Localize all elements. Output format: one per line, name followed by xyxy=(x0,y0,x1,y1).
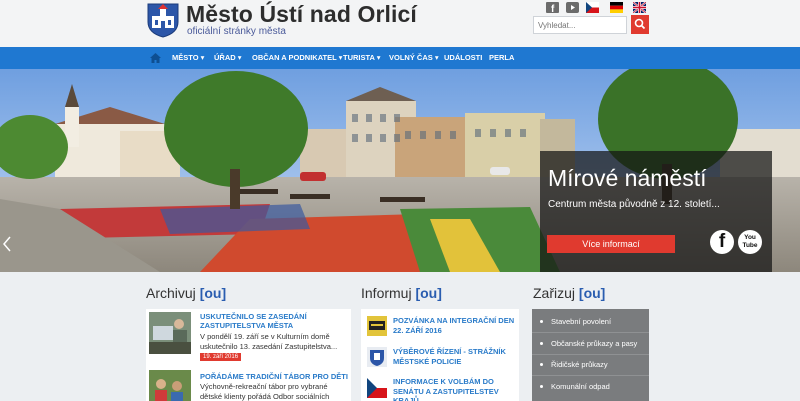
flag-cz-icon[interactable] xyxy=(586,2,599,13)
nav-item-volny-cas[interactable]: VOLNÝ ČAS ▾ xyxy=(389,47,439,69)
slider-prev-arrow[interactable] xyxy=(3,236,11,252)
nav-item-mesto[interactable]: MĚSTO ▾ xyxy=(172,47,204,69)
news-date-badge: 19. září 2016 xyxy=(200,353,242,361)
divider xyxy=(532,375,649,376)
hero-title: Mírové náměstí xyxy=(548,165,707,191)
info-title[interactable]: VÝBĚROVÉ ŘÍZENÍ - STRÁŽNÍK MĚSTSKÉ POLIC… xyxy=(393,347,517,366)
search-input[interactable] xyxy=(533,16,627,34)
info-image-police[interactable] xyxy=(367,347,387,367)
nav-item-udalosti[interactable]: UDÁLOSTI xyxy=(444,47,482,69)
nav-item-obcan[interactable]: OBČAN A PODNIKATEL ▾ xyxy=(252,47,342,69)
city-crest-logo[interactable] xyxy=(146,2,180,38)
site-subtitle: oficiální stránky města xyxy=(187,26,286,37)
info-image-elections[interactable] xyxy=(367,378,387,398)
divider xyxy=(532,354,649,355)
search-button[interactable] xyxy=(631,15,649,34)
archiv-heading: Archivuj [ou] xyxy=(146,285,227,301)
site-title[interactable]: Město Ústí nad Orlicí xyxy=(186,1,417,28)
nav-item-turista[interactable]: TURISTA ▾ xyxy=(343,47,381,69)
youtube-circle-icon[interactable]: You Tube xyxy=(738,230,762,254)
zarizuj-item-ridicske[interactable]: Řidičské průkazy xyxy=(540,360,608,369)
facebook-icon[interactable]: f xyxy=(546,2,559,13)
flag-de-icon[interactable] xyxy=(610,2,623,13)
zarizuj-item-stavebni[interactable]: Stavební povolení xyxy=(540,317,611,326)
divider xyxy=(532,332,649,333)
info-title[interactable]: POZVÁNKA NA INTEGRAČNÍ DEN 22. ZÁŘÍ 2016 xyxy=(393,316,517,335)
nav-item-perla[interactable]: PERLA xyxy=(489,47,514,69)
home-icon[interactable] xyxy=(150,53,161,63)
info-title[interactable]: INFORMACE K VOLBÁM DO SENÁTU A ZASTUPITE… xyxy=(393,377,517,401)
facebook-circle-icon[interactable]: f xyxy=(710,230,734,254)
news-image-camp[interactable] xyxy=(149,370,191,401)
search-icon xyxy=(634,18,646,30)
hero-subtitle: Centrum města původně z 12. století... xyxy=(548,199,720,210)
zarizuj-item-odpad[interactable]: Komunální odpad xyxy=(540,382,610,391)
news-title[interactable]: POŘÁDÁME TRADIČNÍ TÁBOR PRO DĚTI xyxy=(200,372,348,381)
news-excerpt: V pondělí 19. září se v Kulturním domě u… xyxy=(200,332,338,351)
news-title[interactable]: USKUTEČNILO SE ZASEDÁNÍ ZASTUPITELSTVA M… xyxy=(200,312,348,330)
news-image-meeting[interactable] xyxy=(149,312,191,354)
nav-item-urad[interactable]: ÚŘAD ▾ xyxy=(214,47,242,69)
more-info-button[interactable]: Více informací xyxy=(547,235,675,253)
main-nav: MĚSTO ▾ ÚŘAD ▾ OBČAN A PODNIKATEL ▾ TURI… xyxy=(0,47,800,69)
zarizuj-heading: Zařizuj [ou] xyxy=(533,285,606,301)
youtube-icon[interactable] xyxy=(566,2,579,13)
info-image-integration[interactable] xyxy=(367,316,387,336)
flag-en-icon[interactable] xyxy=(633,2,646,13)
header: Město Ústí nad Orlicí oficiální stránky … xyxy=(0,0,800,47)
news-excerpt: Výchovně-rekreační tábor pro vybrané dět… xyxy=(200,382,330,401)
informuj-heading: Informuj [ou] xyxy=(361,285,442,301)
zarizuj-item-obcanske[interactable]: Občanské průkazy a pasy xyxy=(540,339,637,348)
